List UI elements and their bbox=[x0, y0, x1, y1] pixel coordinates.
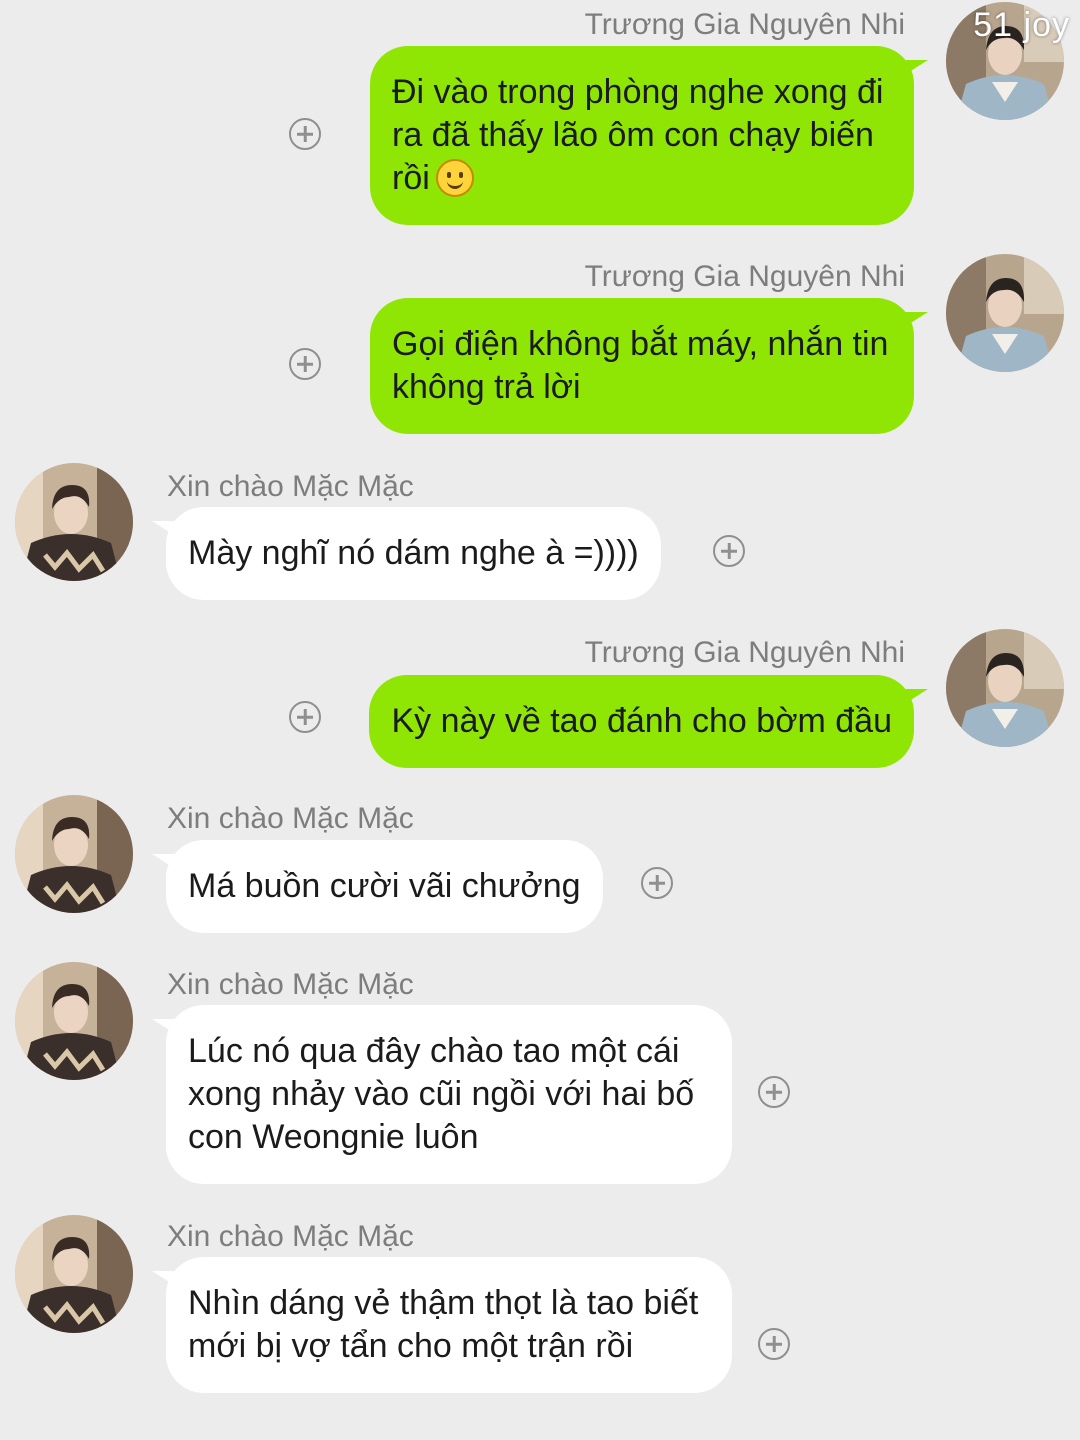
message-text: Gọi điện không bắt máy, nhắn tin không t… bbox=[392, 325, 889, 406]
add-circle-icon[interactable] bbox=[713, 535, 745, 567]
avatar[interactable] bbox=[15, 962, 133, 1080]
message-bubble[interactable]: Gọi điện không bắt máy, nhắn tin không t… bbox=[370, 298, 928, 434]
avatar[interactable] bbox=[946, 629, 1064, 747]
sender-name: Trương Gia Nguyên Nhi bbox=[584, 260, 905, 293]
sender-name: Xin chào Mặc Mặc bbox=[167, 968, 414, 1001]
avatar[interactable] bbox=[946, 254, 1064, 372]
message-bubble[interactable]: Đi vào trong phòng nghe xong đi ra đã th… bbox=[370, 46, 928, 225]
message-bubble[interactable]: Lúc nó qua đây chào tao một cái xong nhả… bbox=[152, 1005, 732, 1184]
message-bubble[interactable]: Má buồn cười vãi chưởng bbox=[152, 840, 603, 933]
message-bubble[interactable]: Kỳ này về tao đánh cho bờm đầu bbox=[369, 675, 928, 768]
message-bubble[interactable]: Mày nghĩ nó dám nghe à =)))) bbox=[152, 507, 661, 600]
add-circle-icon[interactable] bbox=[289, 348, 321, 380]
message-text: Má buồn cười vãi chưởng bbox=[188, 867, 581, 905]
add-circle-icon[interactable] bbox=[289, 701, 321, 733]
add-circle-icon[interactable] bbox=[758, 1328, 790, 1360]
smiling-face-emoji bbox=[435, 159, 474, 197]
message-bubble[interactable]: Nhìn dáng vẻ thậm thọt là tao biết mới b… bbox=[152, 1257, 732, 1393]
message-text: Kỳ này về tao đánh cho bờm đầu bbox=[391, 702, 892, 740]
message-text: Nhìn dáng vẻ thậm thọt là tao biết mới b… bbox=[188, 1284, 699, 1365]
watermark: 51 joy bbox=[973, 6, 1070, 44]
add-circle-icon[interactable] bbox=[641, 867, 673, 899]
add-circle-icon[interactable] bbox=[289, 118, 321, 150]
sender-name: Trương Gia Nguyên Nhi bbox=[584, 8, 905, 41]
add-circle-icon[interactable] bbox=[758, 1076, 790, 1108]
avatar[interactable] bbox=[15, 795, 133, 913]
sender-name: Trương Gia Nguyên Nhi bbox=[584, 636, 905, 669]
sender-name: Xin chào Mặc Mặc bbox=[167, 470, 414, 503]
avatar[interactable] bbox=[15, 463, 133, 581]
message-text: Mày nghĩ nó dám nghe à =)))) bbox=[188, 534, 639, 572]
sender-name: Xin chào Mặc Mặc bbox=[167, 802, 414, 835]
message-text: Lúc nó qua đây chào tao một cái xong nhả… bbox=[188, 1032, 695, 1156]
sender-name: Xin chào Mặc Mặc bbox=[167, 1220, 414, 1253]
avatar[interactable] bbox=[15, 1215, 133, 1333]
